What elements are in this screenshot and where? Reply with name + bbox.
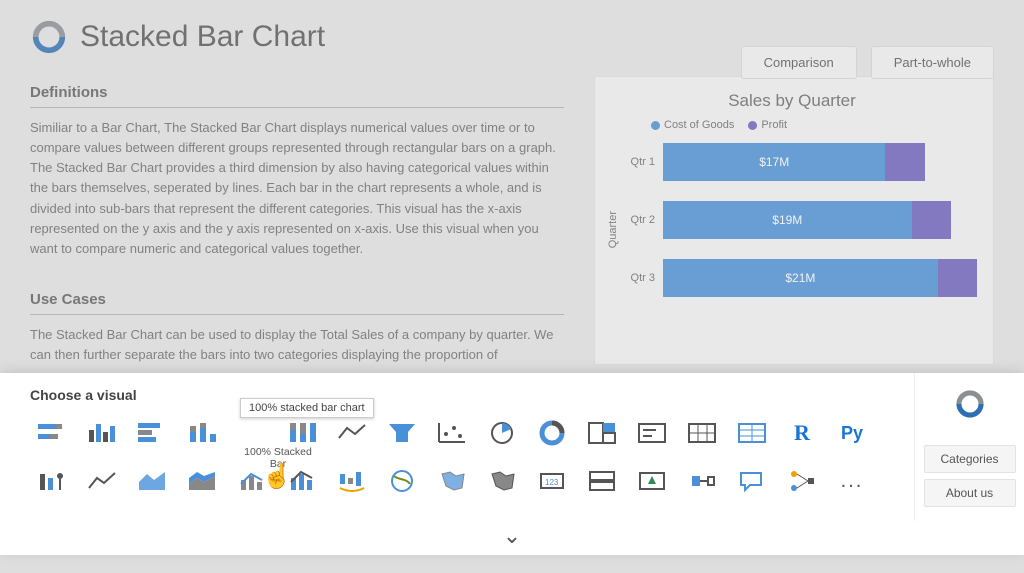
visual-chooser-panel: Choose a visual R Py 123... Categories Abo… [0,373,1024,555]
pie-icon[interactable] [484,418,520,448]
definitions-body: Similiar to a Bar Chart, The Stacked Bar… [30,118,564,259]
shape-map-icon[interactable] [484,466,520,496]
bar-category-label: Qtr 2 [625,214,663,226]
chart-bars: Qtr 1$17M Qtr 2$19M Qtr 3$21M [625,143,977,317]
bar-segment-profit [912,201,951,239]
definitions-heading: Definitions [30,84,564,108]
tooltip: 100% stacked bar chart [240,398,374,418]
decomposition-tree-icon[interactable] [784,466,820,496]
kpi-icon[interactable] [634,466,670,496]
combo-chart-icon[interactable] [234,466,270,496]
scatter-icon[interactable] [434,418,470,448]
legend-item-0: Cost of Goods [664,119,734,131]
about-us-button[interactable]: About us [924,479,1016,507]
side-logo-icon [953,387,987,421]
100-stacked-column-icon[interactable] [284,418,320,448]
bar-category-label: Qtr 3 [625,272,663,284]
ribbon-chart-icon[interactable] [334,418,370,448]
clustered-column-icon[interactable] [84,418,120,448]
usecases-body: The Stacked Bar Chart can be used to dis… [30,325,564,365]
python-visual-icon[interactable]: Py [834,418,870,448]
key-influencers-icon[interactable] [34,466,70,496]
bar-row: Qtr 3$21M [625,259,977,297]
qa-icon[interactable] [734,466,770,496]
usecases-heading: Use Cases [30,291,564,315]
table-icon[interactable] [734,418,770,448]
donut-icon[interactable] [534,418,570,448]
bar-segment-profit [885,143,924,181]
y-axis-label: Quarter [607,211,619,248]
map-icon[interactable] [384,466,420,496]
part-to-whole-button[interactable]: Part-to-whole [871,46,994,79]
legend-item-1: Profit [761,119,787,131]
matrix-icon[interactable] [684,418,720,448]
waterfall-icon[interactable] [334,466,370,496]
chart-card: Sales by Quarter Cost of Goods Profit Qu… [594,76,994,365]
funnel-icon[interactable] [384,418,420,448]
bar-row: Qtr 2$19M [625,201,977,239]
card-icon[interactable] [634,418,670,448]
slicer-icon[interactable] [684,466,720,496]
stacked-area-icon[interactable] [184,466,220,496]
bar-segment-cost: $19M [663,201,912,239]
bar-category-label: Qtr 1 [625,156,663,168]
area-chart-icon[interactable] [134,466,170,496]
chart-title: Sales by Quarter [607,91,977,111]
stacked-bar-icon[interactable] [34,418,70,448]
multi-row-card-icon[interactable] [584,466,620,496]
gauge-icon[interactable]: 123 [534,466,570,496]
line-chart-icon[interactable] [84,466,120,496]
bar-segment-cost: $21M [663,259,938,297]
r-visual-icon[interactable]: R [784,418,820,448]
collapse-chevron-icon[interactable]: ⌄ [0,521,1024,555]
bar-row: Qtr 1$17M [625,143,977,181]
bar-segment-cost: $17M [663,143,885,181]
combo-chart2-icon[interactable] [284,466,320,496]
categories-button[interactable]: Categories [924,445,1016,473]
100-stacked-bar-icon[interactable] [234,418,270,448]
chart-legend: Cost of Goods Profit [651,119,977,131]
bar-segment-profit [938,259,977,297]
logo-icon [30,18,68,56]
hover-label: 100% Stacked Bar [238,446,318,470]
svg-text:123: 123 [545,478,559,487]
more-visuals-icon[interactable]: ... [834,466,870,496]
treemap-icon[interactable] [584,418,620,448]
filled-map-icon[interactable] [434,466,470,496]
stacked-column-icon[interactable] [184,418,220,448]
clustered-bar-icon[interactable] [134,418,170,448]
comparison-button[interactable]: Comparison [741,46,857,79]
chooser-title: Choose a visual [30,387,892,403]
page-title: Stacked Bar Chart [80,20,325,54]
